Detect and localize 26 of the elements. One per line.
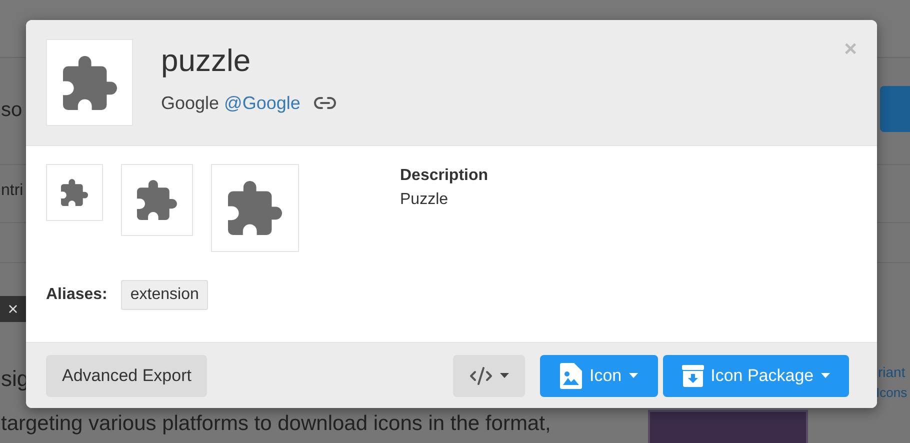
author-name: Google bbox=[161, 92, 220, 114]
puzzle-icon bbox=[137, 180, 177, 220]
background-text: ntri bbox=[1, 182, 24, 200]
background-text: Icons bbox=[876, 385, 908, 400]
background-text: riant bbox=[878, 364, 906, 380]
background-text: so bbox=[1, 99, 22, 122]
image-file-icon bbox=[560, 362, 582, 388]
alias-tag: extension bbox=[121, 280, 208, 310]
archive-download-icon bbox=[682, 364, 704, 386]
dialog-title: puzzle bbox=[161, 43, 252, 79]
background-text: targeting various platforms to download icons in the format, bbox=[1, 412, 551, 436]
description-label: Description bbox=[400, 167, 488, 185]
icon-download-button[interactable]: Icon bbox=[540, 354, 658, 396]
notice-close-button[interactable]: × bbox=[0, 296, 26, 322]
puzzle-icon bbox=[228, 181, 282, 235]
embed-code-button[interactable] bbox=[453, 354, 526, 396]
icon-package-button[interactable]: Icon Package bbox=[662, 354, 849, 396]
caret-icon bbox=[500, 373, 510, 378]
puzzle-icon bbox=[62, 56, 116, 110]
caret-icon bbox=[820, 373, 830, 378]
aliases-label: Aliases: bbox=[46, 286, 108, 304]
description-text: Puzzle bbox=[400, 191, 450, 209]
puzzle-icon bbox=[61, 179, 88, 206]
author-link[interactable]: @Google bbox=[224, 92, 300, 114]
advanced-export-button[interactable]: Advanced Export bbox=[46, 354, 208, 396]
caret-icon bbox=[628, 373, 638, 378]
